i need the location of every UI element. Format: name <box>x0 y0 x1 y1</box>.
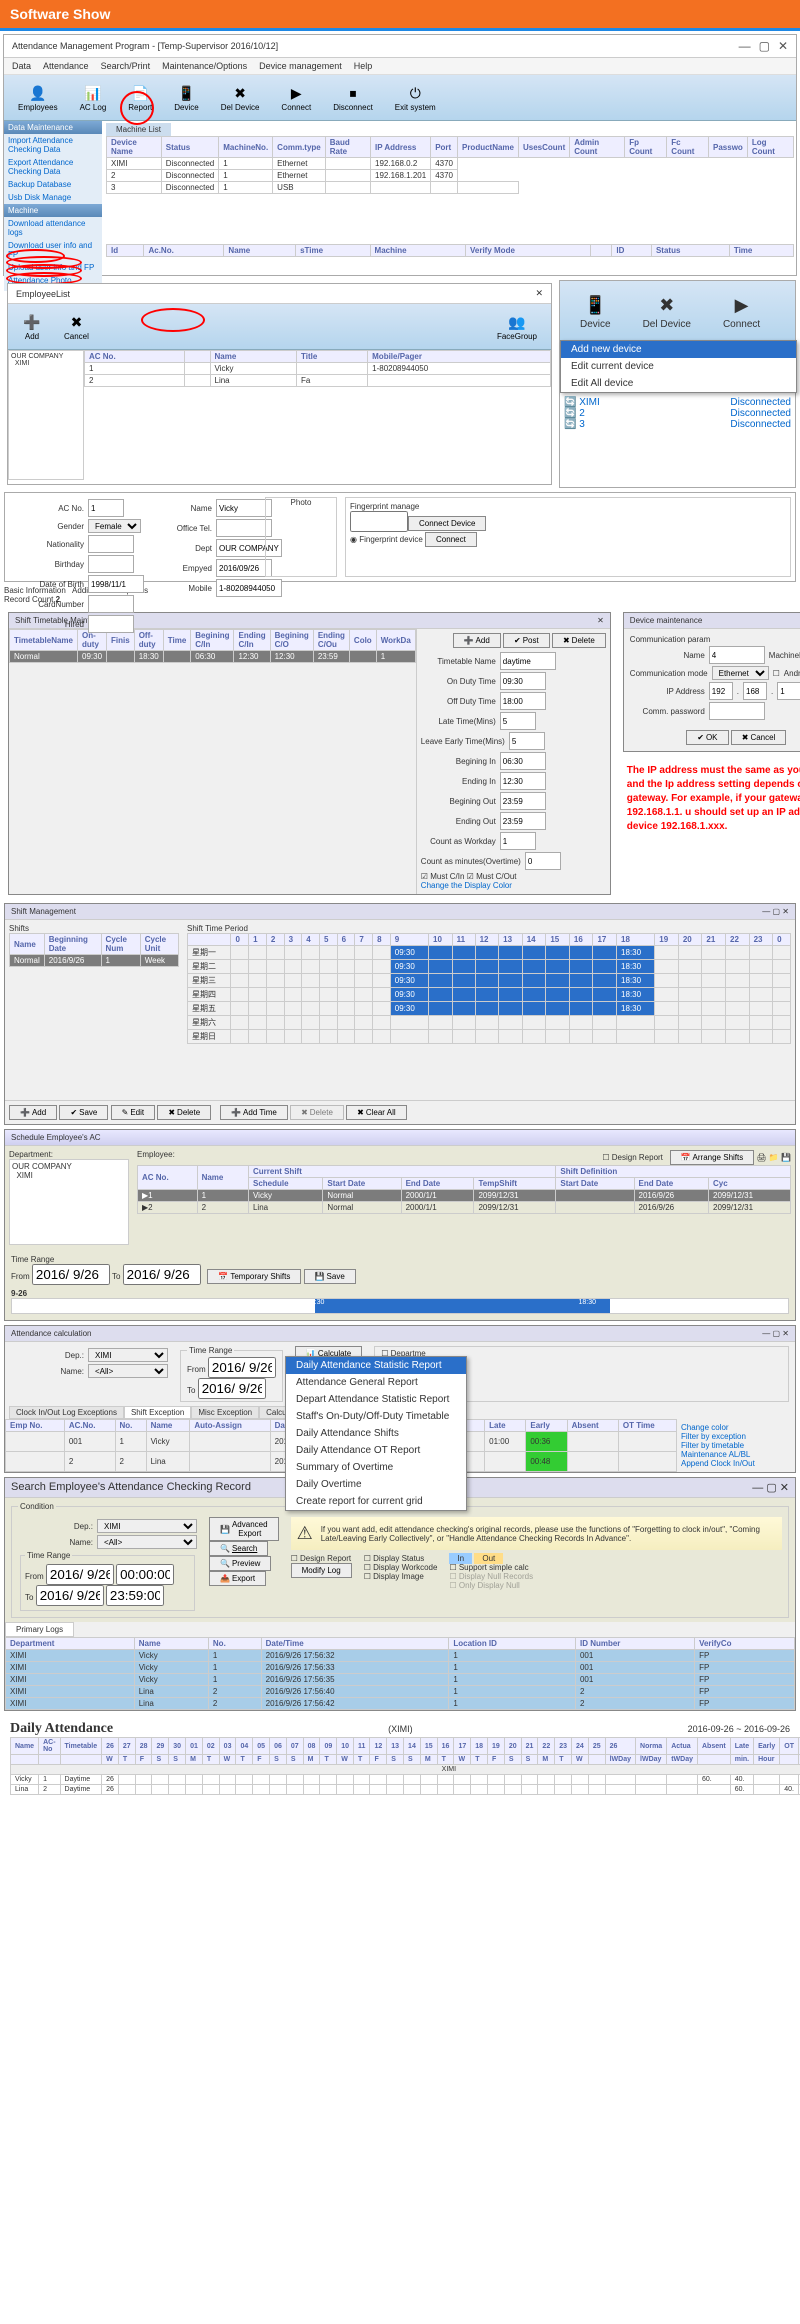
facegroup-button[interactable]: 👥FaceGroup <box>487 308 547 345</box>
addtime-btn[interactable]: ➕ Add Time <box>220 1105 288 1120</box>
change-color-link[interactable]: Change the Display Color <box>421 881 512 890</box>
post-btn[interactable]: ✔ Post <box>503 633 550 648</box>
search-dlg: Search Employee's Attendance Checking Re… <box>4 1477 796 1711</box>
ac-log-button[interactable]: 📊AC Log <box>70 79 117 116</box>
sched-emp-dlg: Schedule Employee's AC Department: OUR C… <box>4 1129 796 1321</box>
win-controls[interactable]: — ▢ ✕ <box>739 39 788 53</box>
disconnect-button[interactable]: ⏹Disconnect <box>323 79 383 116</box>
max-icon: ▢ <box>759 39 770 53</box>
cancel-btn[interactable]: ✖ Cancel <box>731 730 787 745</box>
export-btn[interactable]: 📤 Export <box>209 1571 266 1586</box>
device-zbtn[interactable]: 📱Device <box>564 285 627 336</box>
connect-device-btn[interactable]: Connect Device <box>408 516 486 531</box>
win-title: Attendance Management Program - [Temp-Su… <box>12 41 278 51</box>
edit-btn[interactable]: ✎ Edit <box>111 1105 156 1120</box>
attendance-calc-dlg: Attendance calculation— ▢ ✕ Dep.:XIMI Na… <box>4 1325 796 1473</box>
acno-input[interactable] <box>88 499 124 517</box>
employee-list-window: EmployeeList✕ ➕Add✖Cancel👥FaceGroup OUR … <box>7 283 552 485</box>
shift-mgmt-dlg: Shift Management— ▢ ✕ Shifts NameBeginni… <box>4 903 796 1125</box>
del-device-zbtn[interactable]: ✖Del Device <box>627 285 707 336</box>
deltime-btn[interactable]: ✖ Delete <box>290 1105 344 1120</box>
preview-btn[interactable]: 🔍 Preview <box>209 1556 271 1571</box>
machine-table: Device NameStatusMachineNo.Comm.typeBaud… <box>106 136 794 194</box>
connect-btn[interactable]: Connect <box>425 532 477 547</box>
connect-zbtn[interactable]: ▶Connect <box>707 285 776 336</box>
menubar[interactable]: DataAttendanceSearch/PrintMaintenance/Op… <box>4 58 796 75</box>
device-maint-dlg: Device maintenance✕ Communication param … <box>623 612 800 752</box>
ok-btn[interactable]: ✔ OK <box>686 730 728 745</box>
exit-system-button[interactable]: ⏻Exit system <box>385 79 446 116</box>
report-menu: Daily Attendance Statistic Report Attend… <box>285 1356 467 1511</box>
add-btn[interactable]: ➕ Add <box>9 1105 57 1120</box>
gender-select[interactable]: Female <box>88 519 141 533</box>
ctx-add-device[interactable]: Add new device <box>561 341 796 358</box>
main-window: Attendance Management Program - [Temp-Su… <box>3 34 797 276</box>
min-icon: — <box>739 39 751 53</box>
cancel-button[interactable]: ✖Cancel <box>54 308 99 345</box>
adv-export-btn[interactable]: 💾 Advanced Export <box>209 1517 279 1541</box>
del-device-button[interactable]: ✖Del Device <box>211 79 270 116</box>
sidebar: Data Maintenance Import Attendance Check… <box>4 121 102 291</box>
arrange-btn[interactable]: 📅 Arrange Shifts <box>670 1150 755 1165</box>
save-btn[interactable]: ✔ Save <box>59 1105 108 1120</box>
ip-note: The IP address must the same as your dev… <box>619 756 800 842</box>
del-btn[interactable]: ✖ Delete <box>157 1105 211 1120</box>
add-button[interactable]: ➕Add <box>12 308 52 345</box>
close-icon: ✕ <box>778 39 788 53</box>
ctx-edit-all[interactable]: Edit All device <box>561 375 796 392</box>
toolbar: 👤Employees📊AC Log📄Report📱Device✖Del Devi… <box>4 75 796 121</box>
employees-button[interactable]: 👤Employees <box>8 79 68 116</box>
photo-box: Photo <box>265 497 337 577</box>
add-btn[interactable]: ➕ Add <box>453 633 501 648</box>
search-btn[interactable]: 🔍 Search <box>209 1541 268 1556</box>
zoom-device-panel: 📱Device✖Del Device▶Connect Add new devic… <box>559 280 796 488</box>
tab-machine-list[interactable]: Machine List <box>106 123 171 136</box>
close-icon: ✕ <box>535 288 543 299</box>
temp-shifts-btn[interactable]: 📅 Temporary Shifts <box>207 1269 301 1284</box>
report-button[interactable]: 📄Report <box>118 79 162 116</box>
device-button[interactable]: 📱Device <box>164 79 208 116</box>
name-input[interactable] <box>216 499 272 517</box>
save-btn[interactable]: 💾 Save <box>304 1269 356 1284</box>
employee-form: AC No. GenderFemale Nationality Birthday… <box>4 492 796 582</box>
banner-title: Software Show <box>0 0 800 31</box>
shift-timetable-dlg: Shift Timetable Maintenance✕ TimetableNa… <box>8 612 611 895</box>
primary-logs-table: DepartmentNameNo.Date/TimeLocation IDID … <box>5 1637 795 1710</box>
modify-log-btn[interactable]: Modify Log <box>291 1563 352 1578</box>
ctx-edit-current[interactable]: Edit current device <box>561 358 796 375</box>
close-icon: ✕ <box>597 616 604 625</box>
delete-btn[interactable]: ✖ Delete <box>552 633 606 648</box>
connect-button[interactable]: ▶Connect <box>271 79 321 116</box>
daily-attend-report: Daily Attendance(XIMI) 2016-09-26 ~ 2016… <box>10 1721 790 1795</box>
clearall-btn[interactable]: ✖ Clear All <box>346 1105 407 1120</box>
